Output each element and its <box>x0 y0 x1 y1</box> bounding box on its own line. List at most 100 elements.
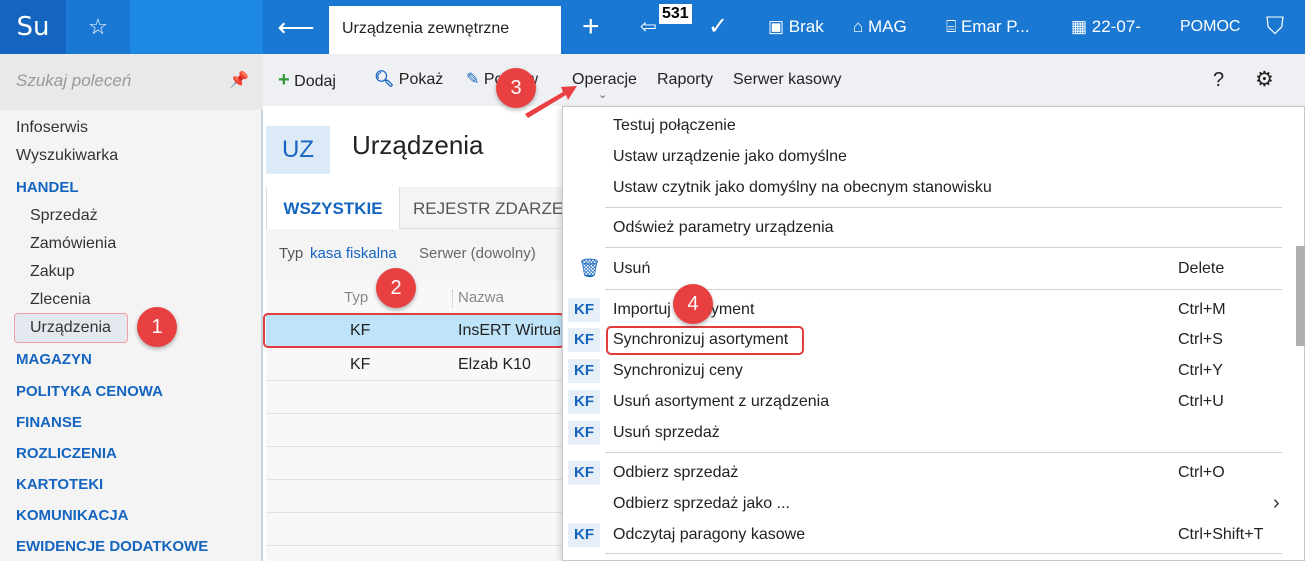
sidebar-group-komunikacja[interactable]: KOMUNIKACJA <box>16 507 129 524</box>
menu-item-usun-asortyment[interactable]: Usuń asortyment z urządzenia <box>613 393 829 411</box>
annotation-step-4: 4 <box>673 284 713 324</box>
menu-item-ustaw-czytnik[interactable]: Ustaw czytnik jako domyślny na obecnym s… <box>613 179 992 197</box>
column-separator <box>452 290 454 308</box>
grid-line <box>266 446 562 447</box>
filter-serwer[interactable]: Serwer (dowolny) <box>419 245 536 262</box>
menu-item-synchronizuj-ceny[interactable]: Synchronizuj ceny <box>613 362 743 380</box>
calendar-icon: ▦ <box>1071 17 1092 36</box>
kf-icon: KF <box>568 359 600 383</box>
sidebar-item-wyszukiwarka[interactable]: Wyszukiwarka <box>16 147 118 165</box>
grid-line <box>266 380 562 381</box>
topbar-help[interactable]: POMOC <box>1180 0 1240 54</box>
company-icon: ⌸ <box>946 17 961 36</box>
submenu-arrow-icon: › <box>1273 492 1280 514</box>
menu-item-usun[interactable]: Usuń <box>613 260 650 278</box>
show-button-label: Pokaż <box>398 71 444 88</box>
annotation-step-2: 2 <box>376 268 416 308</box>
sidebar-item-zlecenia[interactable]: Zlecenia <box>30 291 90 309</box>
plus-icon: + <box>278 69 290 91</box>
trash-icon: 🗑︎ <box>578 258 601 278</box>
grid-line <box>266 545 562 546</box>
kf-icon: KF <box>568 298 600 322</box>
filter-typ-value[interactable]: kasa fiskalna <box>310 245 397 262</box>
search-icon: 🔍︎ <box>374 71 395 88</box>
sidebar-group-finanse[interactable]: FINANSE <box>16 414 82 431</box>
top-bar-spacer <box>130 0 263 54</box>
topbar-cash-register-label: Brak <box>788 17 824 36</box>
new-tab-plus-icon[interactable]: + <box>582 0 600 54</box>
module-badge: UZ <box>266 126 330 174</box>
command-search-input[interactable]: Szukaj poleceń <box>16 71 131 91</box>
sidebar-item-urzadzenia[interactable]: Urządzenia <box>30 319 111 337</box>
shortcut-ctrl-shift-t: Ctrl+Shift+T <box>1178 526 1264 543</box>
topbar-cash-register[interactable]: ▣ Brak <box>768 0 824 54</box>
chevron-down-icon: ⌄ <box>598 89 608 101</box>
kf-icon: KF <box>568 390 600 414</box>
pin-icon[interactable]: 📌 <box>229 70 249 90</box>
menu-separator <box>605 553 1282 554</box>
tab-rejestr-zdarzen[interactable]: REJESTR ZDARZEŃ <box>400 187 562 229</box>
register-icon: ▣ <box>768 17 789 36</box>
add-button-label: Dodaj <box>294 73 336 90</box>
topbar-date-label: 22-07- <box>1091 17 1141 36</box>
shortcut-delete: Delete <box>1178 260 1225 277</box>
reports-menu-button[interactable]: Raporty <box>657 54 713 106</box>
column-header-typ[interactable]: Typ <box>344 289 368 306</box>
sidebar-group-ewidencje-dodatkowe[interactable]: EWIDENCJE DODATKOWE <box>16 538 208 555</box>
sidebar-item-infoserwis[interactable]: Infoserwis <box>16 119 88 137</box>
menu-separator <box>605 247 1282 248</box>
back-arrow-icon[interactable]: ⟵ <box>263 0 329 54</box>
logout-icon[interactable]: ⇦ <box>640 0 657 54</box>
sidebar-group-polityka-cenowa[interactable]: POLITYKA CENOWA <box>16 383 163 400</box>
annotation-arrow <box>525 86 577 118</box>
annotation-step-1: 1 <box>137 307 177 347</box>
shield-icon[interactable]: ⛉ <box>1266 0 1284 54</box>
menu-item-odczytaj-paragony[interactable]: Odczytaj paragony kasowe <box>613 526 805 544</box>
kf-icon: KF <box>568 523 600 547</box>
shortcut-ctrl-u: Ctrl+U <box>1178 393 1224 410</box>
topbar-company[interactable]: ⌸ Emar P... <box>946 0 1030 54</box>
shortcut-ctrl-m: Ctrl+M <box>1178 301 1226 318</box>
row2-typ: KF <box>350 356 371 373</box>
menu-item-ustaw-domyslne[interactable]: Ustaw urządzenie jako domyślne <box>613 148 847 166</box>
sidebar-group-handel[interactable]: HANDEL <box>16 179 79 196</box>
sidebar-group-rozliczenia[interactable]: ROZLICZENIA <box>16 445 117 462</box>
menu-item-odbierz-sprzedaz-jako[interactable]: Odbierz sprzedaż jako ... <box>613 495 790 513</box>
grid-line <box>266 479 562 480</box>
check-circle-icon[interactable]: ✓ <box>708 0 728 54</box>
shortcut-ctrl-y: Ctrl+Y <box>1178 362 1223 379</box>
menu-item-usun-sprzedaz[interactable]: Usuń sprzedaż <box>613 424 720 442</box>
menu-separator <box>605 207 1282 208</box>
command-search[interactable]: Szukaj poleceń 📌 <box>0 54 263 110</box>
tab-wszystkie[interactable]: WSZYSTKIE <box>266 187 400 229</box>
sidebar-item-zamowienia[interactable]: Zamówienia <box>30 235 116 253</box>
row2-nazwa: Elzab K10 <box>458 356 531 373</box>
brush-icon: ✎ <box>466 71 480 88</box>
annotation-highlight-row <box>263 313 565 348</box>
column-header-nazwa[interactable]: Nazwa <box>458 289 504 306</box>
sidebar-group-kartoteki[interactable]: KARTOTEKI <box>16 476 103 493</box>
sidebar-item-zakup[interactable]: Zakup <box>30 263 74 281</box>
menu-item-odswiez[interactable]: Odśwież parametry urządzenia <box>613 219 834 237</box>
notification-count-badge: 531 <box>659 4 692 24</box>
active-window-tab[interactable]: Urządzenia zewnętrzne <box>329 6 561 54</box>
menu-item-odbierz-sprzedaz[interactable]: Odbierz sprzedaż <box>613 464 738 482</box>
sidebar-group-magazyn[interactable]: MAGAZYN <box>16 351 92 368</box>
topbar-date[interactable]: ▦ 22-07- <box>1071 0 1141 54</box>
show-button[interactable]: 🔍︎ Pokaż <box>374 54 443 106</box>
help-button[interactable]: ? <box>1213 54 1224 106</box>
topbar-warehouse[interactable]: ⌂ MAG <box>853 0 907 54</box>
cash-server-menu-button[interactable]: Serwer kasowy <box>733 54 841 106</box>
add-button[interactable]: + Dodaj <box>278 54 336 106</box>
favorites-star-icon[interactable]: ☆ <box>66 0 130 54</box>
kf-icon: KF <box>568 328 600 352</box>
app-logo[interactable]: Su <box>0 0 66 54</box>
grid-line <box>266 512 562 513</box>
kf-icon: KF <box>568 461 600 485</box>
menu-item-testuj[interactable]: Testuj połączenie <box>613 117 736 135</box>
filter-typ-label: Typ <box>279 245 304 262</box>
sidebar-item-sprzedaz[interactable]: Sprzedaż <box>30 207 98 225</box>
page-title: Urządzenia <box>352 130 484 160</box>
gear-icon[interactable]: ⚙ <box>1255 54 1274 106</box>
background-scrollbar[interactable] <box>1296 246 1305 346</box>
